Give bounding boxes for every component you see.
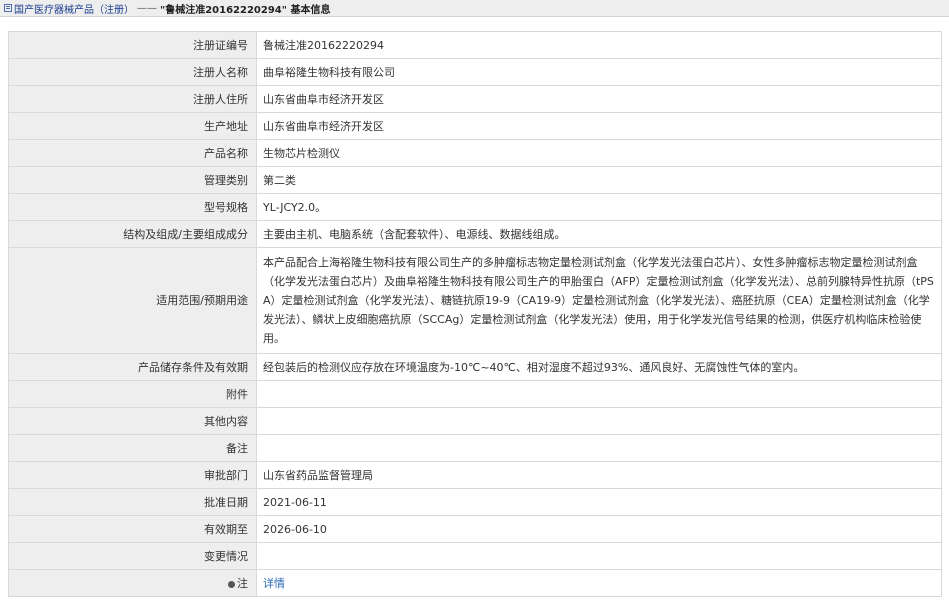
row-label: 型号规格 bbox=[8, 193, 257, 221]
table-row: 产品储存条件及有效期 经包装后的检测仪应存放在环境温度为-10℃~40℃、相对湿… bbox=[8, 353, 942, 381]
row-label: 注册人名称 bbox=[8, 58, 257, 86]
table-row: 适用范围/预期用途 本产品配合上海裕隆生物科技有限公司生产的多肿瘤标志物定量检测… bbox=[8, 247, 942, 354]
row-label: 注册人住所 bbox=[8, 85, 257, 113]
breadcrumb-separator: —— bbox=[137, 2, 157, 14]
pin-icon bbox=[228, 580, 235, 588]
row-label: 结构及组成/主要组成成分 bbox=[8, 220, 257, 248]
row-value: 曲阜裕隆生物科技有限公司 bbox=[256, 58, 942, 86]
row-label: 注 bbox=[237, 576, 248, 590]
row-value: 第二类 bbox=[256, 166, 942, 194]
row-value: 生物芯片检测仪 bbox=[256, 139, 942, 167]
row-value: 经包装后的检测仪应存放在环境温度为-10℃~40℃、相对湿度不超过93%、通风良… bbox=[256, 353, 942, 381]
table-row: 生产地址 山东省曲阜市经济开发区 bbox=[8, 112, 942, 140]
row-value: 2021-06-11 bbox=[256, 488, 942, 516]
row-value: 鲁械注准20162220294 bbox=[256, 31, 942, 59]
details-link[interactable]: 详情 bbox=[263, 577, 285, 590]
row-label: 其他内容 bbox=[8, 407, 257, 435]
table-row: 其他内容 bbox=[8, 407, 942, 435]
row-value: 山东省曲阜市经济开发区 bbox=[256, 85, 942, 113]
row-label: 管理类别 bbox=[8, 166, 257, 194]
row-label: 适用范围/预期用途 bbox=[8, 247, 257, 354]
row-value: 详情 bbox=[256, 569, 942, 597]
row-label: 批准日期 bbox=[8, 488, 257, 516]
table-row: 注册证编号 鲁械注准20162220294 bbox=[8, 31, 942, 59]
table-row: 变更情况 bbox=[8, 542, 942, 570]
row-value: 2026-06-10 bbox=[256, 515, 942, 543]
row-label: 生产地址 bbox=[8, 112, 257, 140]
row-value: 主要由主机、电脑系统（含配套软件）、电源线、数据线组成。 bbox=[256, 220, 942, 248]
row-label: 有效期至 bbox=[8, 515, 257, 543]
row-label: 注册证编号 bbox=[8, 31, 257, 59]
table-row: 结构及组成/主要组成成分 主要由主机、电脑系统（含配套软件）、电源线、数据线组成… bbox=[8, 220, 942, 248]
row-label: 产品储存条件及有效期 bbox=[8, 353, 257, 381]
table-row: 批准日期 2021-06-11 bbox=[8, 488, 942, 516]
row-label: 附件 bbox=[8, 380, 257, 408]
table-row: 备注 bbox=[8, 434, 942, 462]
row-label: 变更情况 bbox=[8, 542, 257, 570]
table-row: 型号规格 YL-JCY2.0。 bbox=[8, 193, 942, 221]
table-row: 管理类别 第二类 bbox=[8, 166, 942, 194]
table-row: 审批部门 山东省药品监督管理局 bbox=[8, 461, 942, 489]
row-label: 备注 bbox=[8, 434, 257, 462]
row-value bbox=[256, 542, 942, 570]
table-row: 有效期至 2026-06-10 bbox=[8, 515, 942, 543]
row-label: 审批部门 bbox=[8, 461, 257, 489]
row-value: 本产品配合上海裕隆生物科技有限公司生产的多肿瘤标志物定量检测试剂盒（化学发光法蛋… bbox=[256, 247, 942, 354]
row-value: 山东省药品监督管理局 bbox=[256, 461, 942, 489]
breadcrumb-root-link[interactable]: 国产医疗器械产品（注册） bbox=[14, 1, 134, 16]
row-value: YL-JCY2.0。 bbox=[256, 193, 942, 221]
breadcrumb-current: "鲁械注准20162220294" 基本信息 bbox=[160, 4, 331, 16]
row-value bbox=[256, 407, 942, 435]
table-row: 附件 bbox=[8, 380, 942, 408]
row-value bbox=[256, 434, 942, 462]
note-label: 注 bbox=[8, 569, 257, 597]
row-value: 山东省曲阜市经济开发区 bbox=[256, 112, 942, 140]
table-row: 注 详情 bbox=[8, 569, 942, 597]
row-value bbox=[256, 380, 942, 408]
row-label: 产品名称 bbox=[8, 139, 257, 167]
registration-info-table: 注册证编号 鲁械注准20162220294 注册人名称 曲阜裕隆生物科技有限公司… bbox=[8, 31, 942, 597]
document-icon bbox=[4, 4, 12, 12]
table-row: 注册人名称 曲阜裕隆生物科技有限公司 bbox=[8, 58, 942, 86]
table-row: 注册人住所 山东省曲阜市经济开发区 bbox=[8, 85, 942, 113]
table-row: 产品名称 生物芯片检测仪 bbox=[8, 139, 942, 167]
breadcrumb: 国产医疗器械产品（注册） —— "鲁械注准20162220294" 基本信息 bbox=[0, 0, 949, 17]
